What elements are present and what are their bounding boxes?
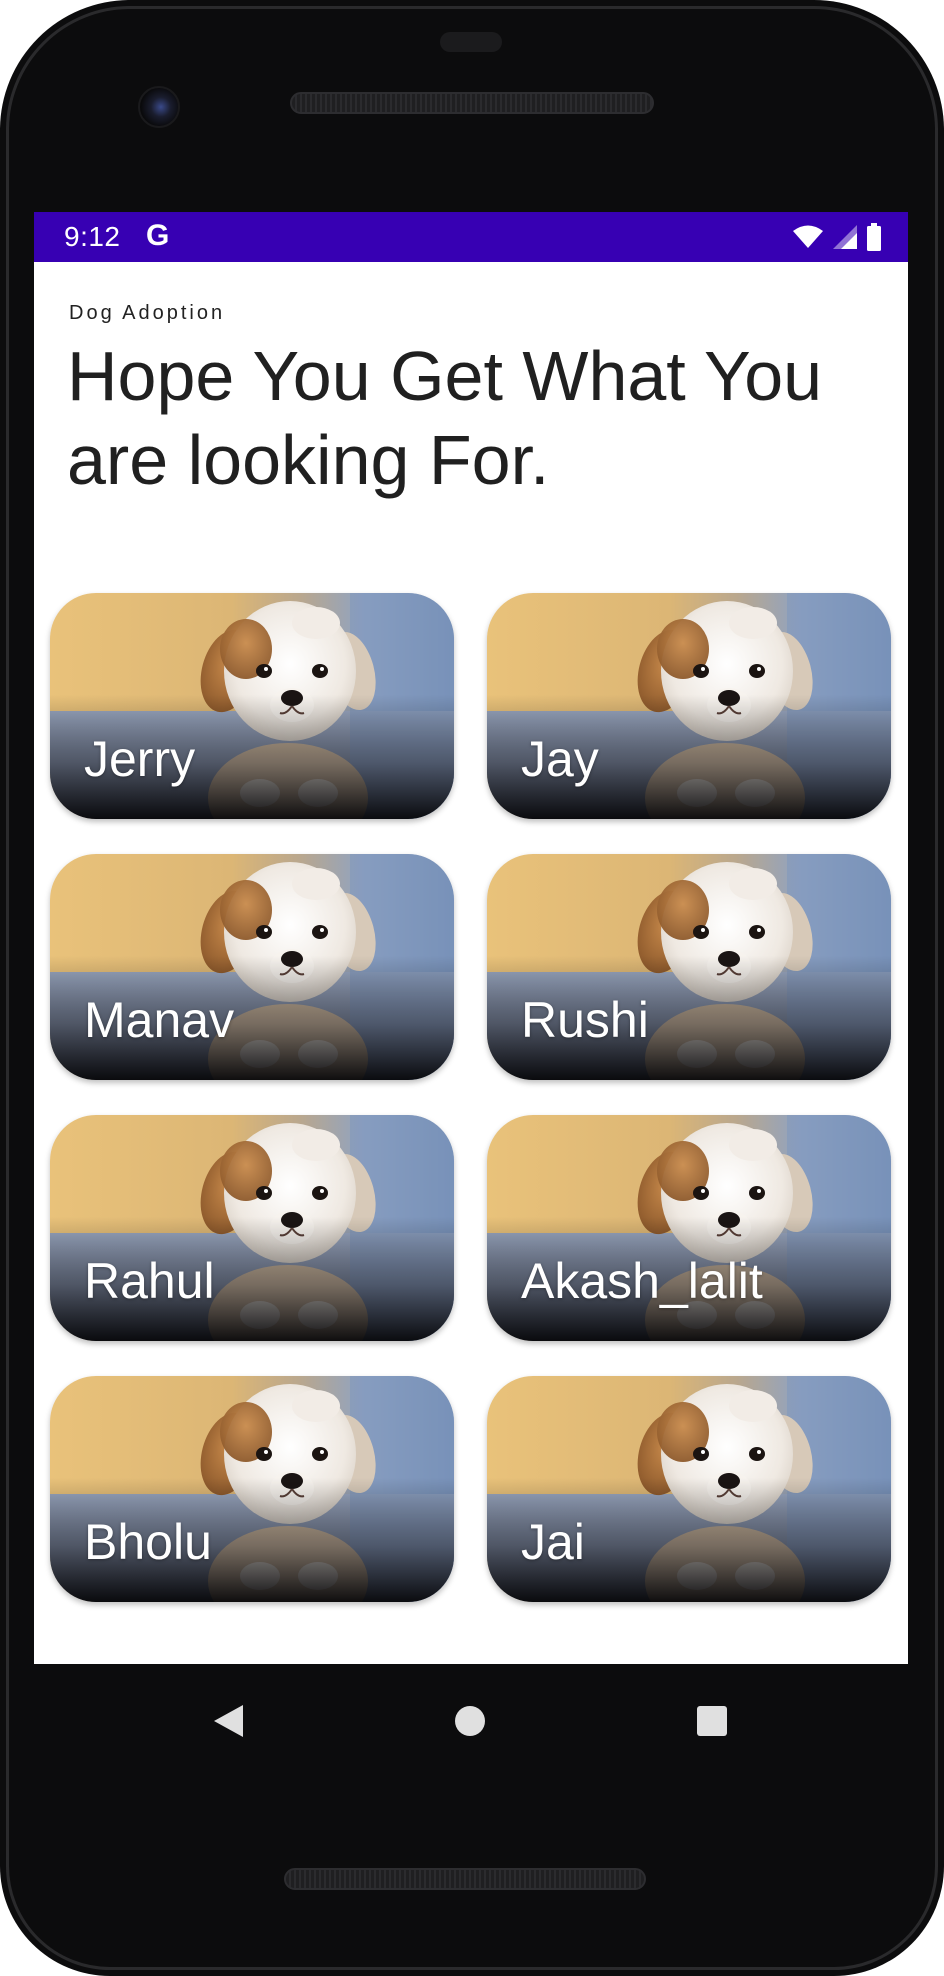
dog-card[interactable]: Bholu	[50, 1376, 454, 1602]
dog-card[interactable]: Akash_lalit	[487, 1115, 891, 1341]
status-bar: 9:12 G	[34, 212, 908, 262]
dog-name: Jay	[521, 731, 599, 787]
dog-card[interactable]: Jay	[487, 593, 891, 819]
proximity-sensor	[440, 32, 502, 52]
recents-icon	[697, 1706, 727, 1736]
dog-name: Akash_lalit	[521, 1253, 763, 1309]
dog-name: Manav	[84, 992, 235, 1048]
dog-name: Jai	[521, 1514, 585, 1570]
page-headline: Hope You Get What You are looking For.	[67, 337, 823, 499]
front-camera	[138, 86, 180, 128]
dog-card[interactable]: Jai	[487, 1376, 891, 1602]
home-icon	[455, 1706, 485, 1736]
status-time: 9:12	[64, 221, 121, 252]
battery-icon	[866, 223, 882, 251]
google-icon: G	[146, 219, 170, 252]
app-label: Dog Adoption	[69, 302, 226, 324]
dog-card[interactable]: Rushi	[487, 854, 891, 1080]
recents-button[interactable]	[687, 1696, 737, 1746]
phone-frame: 9:12 G Dog Adoption Hope You Get What Yo…	[0, 0, 944, 1976]
back-button[interactable]	[203, 1696, 253, 1746]
dog-name: Rushi	[521, 992, 649, 1048]
dog-name: Jerry	[84, 731, 196, 787]
home-button[interactable]	[445, 1696, 495, 1746]
dog-card[interactable]: Manav	[50, 854, 454, 1080]
app-screen: 9:12 G Dog Adoption Hope You Get What Yo…	[34, 212, 908, 1664]
bottom-speaker	[284, 1868, 646, 1890]
dog-name: Bholu	[84, 1514, 212, 1570]
back-icon	[214, 1705, 243, 1737]
wifi-icon	[792, 225, 824, 249]
status-icons	[792, 223, 882, 251]
dog-card[interactable]: Jerry	[50, 593, 454, 819]
earpiece-speaker	[290, 92, 654, 114]
dog-card[interactable]: Rahul	[50, 1115, 454, 1341]
navigation-bar	[0, 1664, 944, 1774]
cell-signal-icon	[832, 224, 858, 250]
dog-name: Rahul	[84, 1253, 215, 1309]
